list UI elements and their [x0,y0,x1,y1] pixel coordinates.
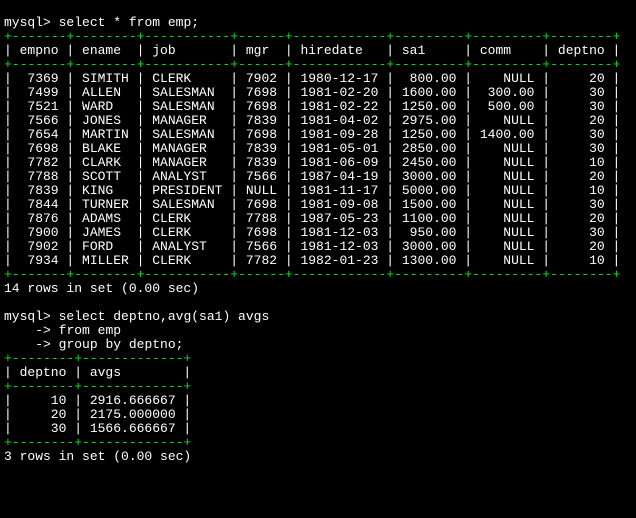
table-row: | 7900 | JAMES | CLERK | 7698 | 1981-12-… [4,225,620,240]
table-row: | 30 | 1566.666667 | [4,421,191,436]
query-2-line3: group by deptno; [59,337,184,352]
table1-sep-bot: +-------+--------+-----------+------+---… [4,267,620,282]
table-row: | 20 | 2175.000000 | [4,407,191,422]
table-row: | 7902 | FORD | ANALYST | 7566 | 1981-12… [4,239,620,254]
query-1: select * from emp; [59,15,199,30]
cont-arrow: -> [35,323,51,338]
table-row: | 7844 | TURNER | SALESMAN | 7698 | 1981… [4,197,620,212]
table1-sep-mid: +-------+--------+-----------+------+---… [4,57,620,72]
table2-body: | 10 | 2916.666667 | | 20 | 2175.000000 … [4,394,632,436]
table2-footer: 3 rows in set (0.00 sec) [4,449,191,464]
table-row: | 7876 | ADAMS | CLERK | 7788 | 1987-05-… [4,211,620,226]
table2-sep-top: +--------+-------------+ [4,351,191,366]
table1-body: | 7369 | SIMITH | CLERK | 7902 | 1980-12… [4,72,632,268]
table-row: | 7521 | WARD | SALESMAN | 7698 | 1981-0… [4,99,620,114]
table-row: | 7654 | MARTIN | SALESMAN | 7698 | 1981… [4,127,620,142]
table-row: | 7788 | SCOTT | ANALYST | 7566 | 1987-0… [4,169,620,184]
prompt: mysql> [4,15,51,30]
table2-sep-mid: +--------+-------------+ [4,379,191,394]
table-row: | 7934 | MILLER | CLERK | 7782 | 1982-01… [4,253,620,268]
query-2-line2: from emp [59,323,121,338]
table2-sep-bot: +--------+-------------+ [4,435,191,450]
prompt: mysql> [4,309,51,324]
table2-header-row: | deptno | avgs | [4,365,191,380]
table-row: | 7698 | BLAKE | MANAGER | 7839 | 1981-0… [4,141,620,156]
table-row: | 7499 | ALLEN | SALESMAN | 7698 | 1981-… [4,85,620,100]
table1-sep-top: +-------+--------+-----------+------+---… [4,29,620,44]
table-row: | 7566 | JONES | MANAGER | 7839 | 1981-0… [4,113,620,128]
table-row: | 7369 | SIMITH | CLERK | 7902 | 1980-12… [4,71,620,86]
table-row: | 7839 | KING | PRESIDENT | NULL | 1981-… [4,183,620,198]
table1-header-row: | empno | ename | job | mgr | hiredate |… [4,43,620,58]
query-2-line1: select deptno,avg(sa1) avgs [59,309,270,324]
terminal-output: mysql> select * from emp; +-------+-----… [0,0,636,466]
table-row: | 10 | 2916.666667 | [4,393,191,408]
table1-footer: 14 rows in set (0.00 sec) [4,281,199,296]
table-row: | 7782 | CLARK | MANAGER | 7839 | 1981-0… [4,155,620,170]
cont-arrow: -> [35,337,51,352]
